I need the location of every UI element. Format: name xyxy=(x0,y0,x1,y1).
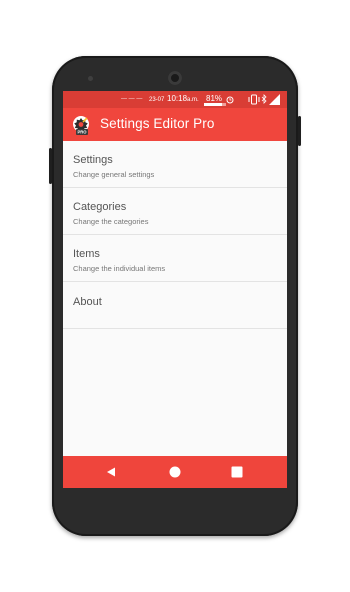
battery-percent: 81% xyxy=(206,94,223,103)
menu-item-items[interactable]: Items Change the individual items xyxy=(63,235,287,282)
proximity-sensor xyxy=(88,76,93,81)
screen: — — — 23-07 10:18 a.m. 81% PRO Settings … xyxy=(63,91,287,488)
menu-item-subtitle: Change general settings xyxy=(73,170,155,179)
battery-level-bar xyxy=(204,103,226,106)
volume-button xyxy=(49,148,52,184)
app-title: Settings Editor Pro xyxy=(100,116,215,131)
status-time: 10:18 xyxy=(167,94,188,103)
menu-item-subtitle: Change the individual items xyxy=(73,264,166,273)
menu-item-title: Categories xyxy=(73,201,127,213)
menu-item-subtitle: Change the categories xyxy=(73,217,149,226)
status-ampm: a.m. xyxy=(187,97,199,103)
app-bar: PRO Settings Editor Pro xyxy=(63,108,287,141)
status-bar: — — — 23-07 10:18 a.m. 81% xyxy=(63,91,287,108)
alarm-icon xyxy=(226,96,234,104)
back-triangle-icon[interactable] xyxy=(104,465,118,479)
menu-item-categories[interactable]: Categories Change the categories xyxy=(63,188,287,235)
status-dots: — — — xyxy=(121,96,143,102)
app-icon-badge: PRO xyxy=(77,130,87,135)
menu-item-title: Items xyxy=(73,248,100,260)
menu-item-settings[interactable]: Settings Change general settings xyxy=(63,141,287,188)
recents-square-icon[interactable] xyxy=(230,465,244,479)
settings-menu-list: Settings Change general settings Categor… xyxy=(63,141,287,329)
bluetooth-icon xyxy=(261,94,267,104)
signal-icon xyxy=(269,94,280,105)
power-button xyxy=(298,116,301,146)
settings-editor-app-icon: PRO xyxy=(73,116,89,135)
vibrate-icon xyxy=(248,94,260,105)
home-circle-icon[interactable] xyxy=(168,465,182,479)
menu-item-about[interactable]: About xyxy=(63,282,287,329)
front-camera xyxy=(168,71,182,85)
status-date: 23-07 xyxy=(149,97,165,103)
navigation-bar xyxy=(63,456,287,488)
menu-item-title: About xyxy=(73,296,102,308)
menu-item-title: Settings xyxy=(73,154,113,166)
